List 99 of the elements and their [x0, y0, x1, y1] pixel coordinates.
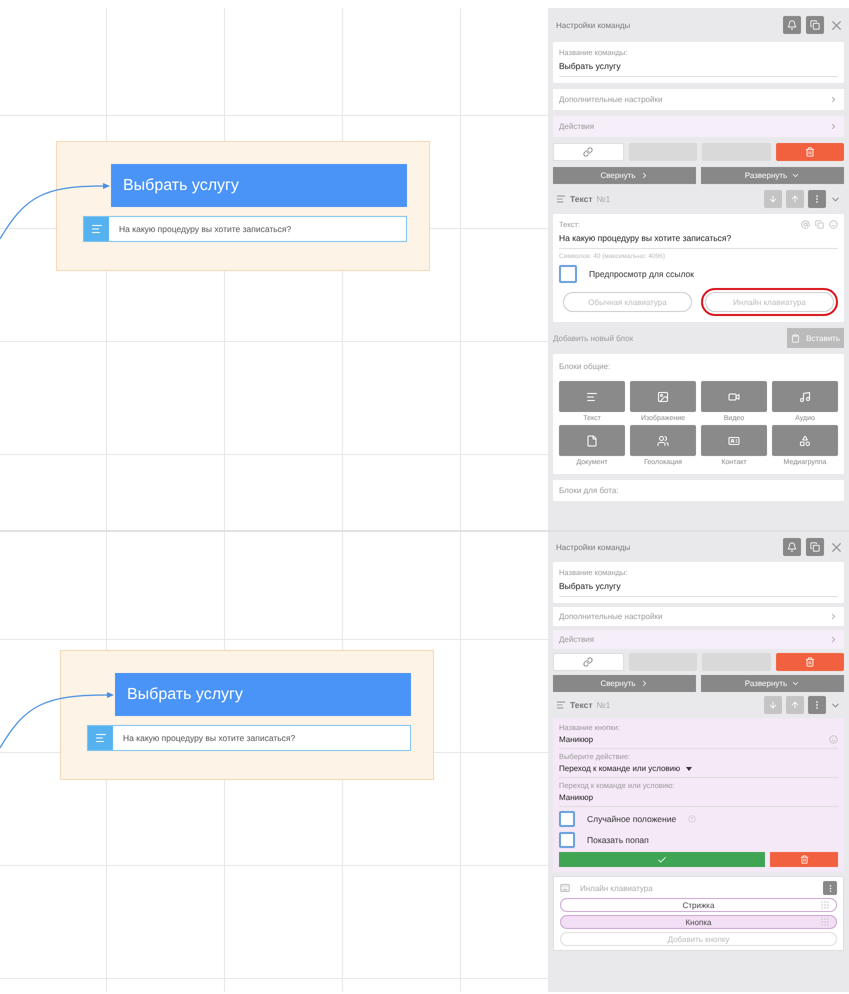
music-note-icon	[799, 390, 811, 402]
settings-row[interactable]: Действия	[553, 630, 844, 649]
lines-icon	[556, 194, 566, 204]
block-title: Текст	[570, 194, 593, 204]
checkbox-label: Предпросмотр для ссылок	[589, 269, 694, 279]
copy-button[interactable]	[806, 16, 824, 34]
bell-button[interactable]	[783, 16, 801, 34]
link-icon	[583, 657, 594, 667]
text-value[interactable]: На какую процедуру вы хотите записаться?	[559, 233, 838, 249]
section-label: Добавить новый блок	[553, 334, 634, 342]
bell-button[interactable]	[783, 538, 801, 556]
input-field[interactable]: Маникюр	[559, 735, 838, 749]
checkbox[interactable]	[559, 265, 577, 283]
panel-title: Настройки команды	[556, 542, 632, 552]
delete-button[interactable]	[776, 653, 844, 671]
node-text-block[interactable]: На какую процедуру вы хотите записаться?	[83, 216, 407, 242]
drag-handle-icon	[820, 917, 830, 927]
settings-row[interactable]: Дополнительные настройки	[553, 89, 844, 110]
section-title: Блоки общие:	[559, 362, 612, 371]
lines-icon	[90, 223, 102, 235]
link-button[interactable]	[553, 143, 624, 161]
copy-icon	[810, 542, 820, 552]
command-node[interactable]: Выбрать услугу На какую процедуру вы хотите записаться?	[56, 141, 430, 271]
shapes-icon	[799, 434, 811, 446]
chevron-right-icon	[829, 122, 838, 131]
copy-icon	[815, 220, 824, 229]
keyboard-title: Инлайн клавиатура	[580, 884, 654, 892]
add-key-button[interactable]: Добавить кнопку	[560, 932, 837, 946]
input-field[interactable]: Маникюр	[559, 793, 838, 807]
checkbox-label: Случайное положение	[587, 814, 676, 824]
trash-icon	[804, 657, 815, 667]
expand-button[interactable]: Развернуть	[701, 675, 844, 692]
trash-icon	[800, 855, 809, 864]
node-text-block[interactable]: На какую процедуру вы хотите записаться?	[87, 725, 411, 751]
chevron-right-icon	[829, 95, 838, 104]
node-title: Выбрать услугу	[115, 673, 411, 716]
chevron-right-icon	[829, 612, 838, 621]
emoji-icon	[829, 735, 838, 744]
more-button[interactable]	[808, 696, 826, 714]
collapse-button[interactable]: Свернуть	[553, 167, 696, 184]
settings-row[interactable]: Дополнительные настройки	[553, 607, 844, 626]
check-icon	[657, 854, 668, 864]
arrow-up-icon	[790, 700, 800, 710]
command-node[interactable]: Выбрать услугу На какую процедуру вы хотите записаться?	[60, 650, 434, 780]
lines-icon	[586, 390, 598, 402]
block-number: №1	[596, 700, 612, 710]
image-icon	[657, 390, 669, 402]
block-title: Текст	[570, 700, 593, 710]
node-title: Выбрать услугу	[111, 164, 407, 207]
copy-button[interactable]	[806, 538, 824, 556]
more-button[interactable]	[808, 190, 826, 208]
lines-icon	[556, 700, 566, 710]
trash-icon	[804, 147, 815, 157]
section-title: Блоки для бота:	[553, 480, 844, 501]
chevron-down-icon	[791, 679, 800, 688]
expand-button[interactable]: Развернуть	[701, 167, 844, 184]
move-up-button[interactable]	[786, 696, 804, 714]
bell-icon	[787, 542, 797, 552]
chevron-right-icon	[829, 635, 838, 644]
keyboard-key[interactable]: Стрижка	[560, 898, 837, 912]
delete-button[interactable]	[776, 143, 844, 161]
select-field[interactable]: Переход к команде или условию	[559, 764, 838, 778]
help-icon	[688, 815, 696, 823]
arrow-down-icon	[768, 194, 778, 204]
block-number: №1	[596, 194, 612, 204]
at-sign-icon	[801, 220, 810, 229]
delete-button[interactable]	[770, 852, 838, 867]
checkbox[interactable]	[559, 811, 575, 827]
keyboard-button[interactable]: Обычная клавиатура	[563, 292, 692, 312]
settings-row[interactable]: Действия	[553, 116, 844, 137]
people-icon	[657, 434, 669, 446]
arrow-up-icon	[790, 194, 800, 204]
move-down-button[interactable]	[764, 190, 782, 208]
name-field[interactable]: Выбрать услугу	[559, 581, 838, 597]
collapse-button[interactable]: Свернуть	[553, 675, 696, 692]
drag-handle-icon	[820, 900, 830, 910]
arrow-down-icon	[768, 700, 778, 710]
video-camera-icon	[728, 390, 740, 402]
move-down-button[interactable]	[764, 696, 782, 714]
document-icon	[586, 434, 598, 446]
paste-button[interactable]: Вставить	[787, 328, 844, 348]
move-up-button[interactable]	[786, 190, 804, 208]
checkbox-label: Показать попап	[587, 835, 649, 845]
copy-icon	[810, 20, 820, 30]
keyboard-icon	[560, 883, 570, 893]
link-icon	[583, 147, 594, 157]
more-button[interactable]	[823, 881, 837, 895]
caret-icon	[686, 766, 692, 770]
contact-card-icon	[728, 434, 740, 446]
checkbox[interactable]	[559, 832, 575, 848]
lines-icon	[94, 732, 106, 744]
clipboard-icon	[791, 334, 800, 342]
keyboard-key[interactable]: Кнопка	[560, 915, 837, 929]
chevron-down-icon	[791, 171, 800, 180]
panel-title: Настройки команды	[556, 20, 632, 30]
bell-icon	[787, 20, 797, 30]
emoji-icon	[829, 220, 838, 229]
link-button[interactable]	[553, 653, 624, 671]
name-field[interactable]: Выбрать услугу	[559, 61, 838, 77]
